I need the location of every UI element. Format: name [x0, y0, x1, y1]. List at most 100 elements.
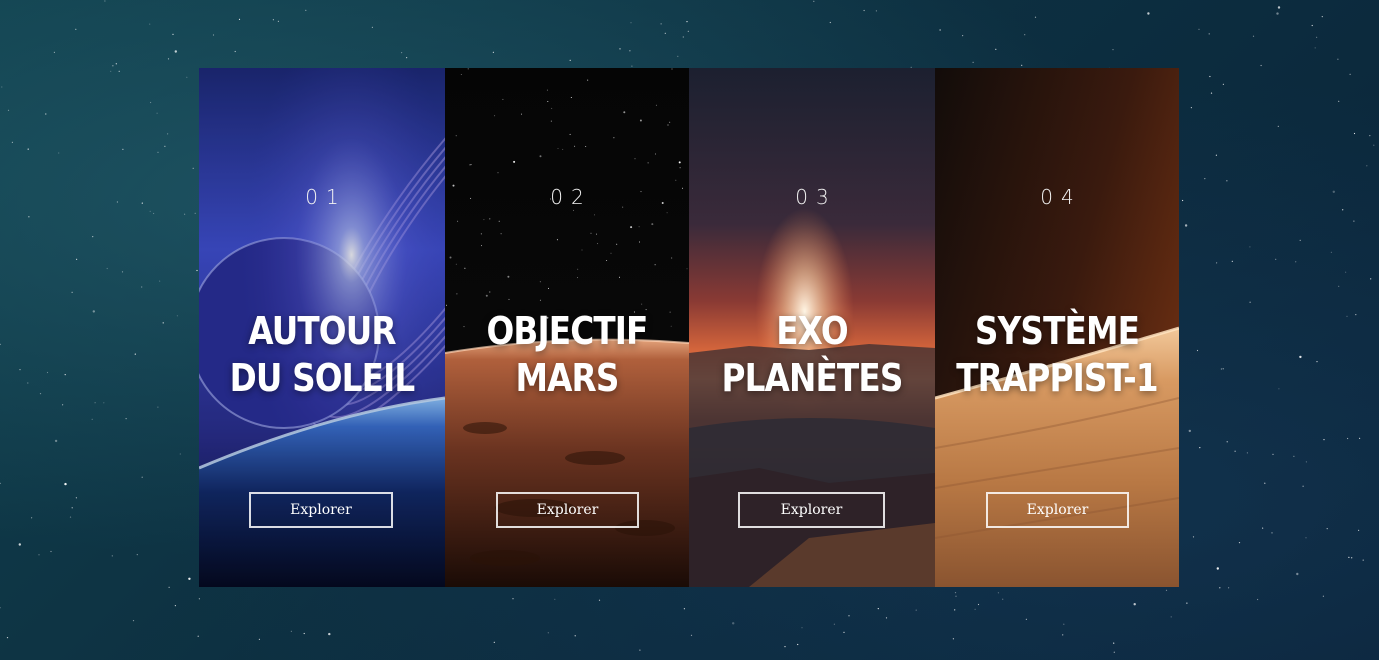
explore-button[interactable]: Explorer — [496, 492, 639, 528]
star — [197, 635, 199, 637]
star — [469, 164, 471, 166]
star — [1366, 165, 1368, 167]
star — [669, 121, 671, 123]
star — [111, 555, 113, 557]
card-exo-planetes: 03 EXO PLANÈTES Explorer — [689, 68, 935, 587]
star — [75, 28, 77, 30]
star — [539, 155, 542, 158]
star — [1330, 251, 1332, 253]
card-title-line-2: MARS — [515, 356, 619, 400]
star — [58, 152, 60, 154]
explore-button[interactable]: Explorer — [986, 492, 1129, 528]
star — [639, 119, 642, 122]
star — [1338, 285, 1340, 287]
star — [521, 113, 522, 115]
star — [1113, 651, 1115, 653]
star — [1198, 28, 1200, 30]
star — [470, 164, 472, 166]
star — [303, 632, 305, 635]
star — [0, 343, 1, 345]
star — [843, 631, 845, 634]
star — [660, 23, 662, 25]
star — [585, 146, 587, 147]
destination-cards: 01 AUTOUR DU SOLEIL Explorer 02 OBJECTIF… — [199, 68, 1179, 587]
star — [997, 592, 1000, 594]
star — [1002, 598, 1004, 600]
star — [498, 220, 500, 222]
star — [687, 30, 689, 32]
star — [1222, 83, 1224, 85]
star — [977, 603, 980, 606]
star — [149, 210, 151, 212]
star — [915, 609, 917, 611]
star — [1034, 16, 1037, 18]
star — [1216, 567, 1220, 570]
star — [480, 233, 482, 235]
star — [62, 404, 64, 406]
star — [829, 21, 831, 24]
star — [972, 61, 974, 64]
star — [667, 124, 669, 126]
star — [122, 148, 124, 150]
star — [1358, 529, 1360, 532]
card-title-line-2: PLANÈTES — [721, 356, 903, 400]
star — [91, 418, 93, 420]
star — [1165, 589, 1168, 591]
card-title: OBJECTIF MARS — [462, 308, 672, 402]
star — [813, 0, 815, 2]
star — [1337, 58, 1339, 60]
star — [1362, 559, 1364, 561]
star — [574, 635, 576, 637]
star — [449, 256, 452, 259]
star — [1295, 261, 1297, 263]
star — [27, 382, 29, 384]
star — [1063, 623, 1065, 625]
star — [27, 148, 29, 150]
star — [562, 148, 564, 150]
star — [1348, 556, 1350, 559]
star — [1302, 485, 1304, 487]
star — [153, 212, 155, 215]
star — [554, 598, 556, 601]
star — [457, 220, 459, 222]
card-title: EXO PLANÈTES — [706, 308, 918, 402]
star — [570, 97, 572, 98]
star — [1305, 537, 1307, 539]
star — [1188, 429, 1192, 433]
explore-button[interactable]: Explorer — [249, 492, 393, 528]
star — [401, 52, 403, 54]
star — [1182, 199, 1184, 202]
star — [53, 51, 56, 54]
star — [848, 615, 850, 617]
star — [1231, 260, 1233, 262]
star — [115, 63, 117, 65]
star — [1311, 24, 1313, 27]
star — [136, 554, 138, 556]
star — [1326, 528, 1328, 530]
card-title-line-2: DU SOLEIL — [229, 356, 416, 400]
star — [1323, 439, 1325, 441]
star — [677, 55, 679, 58]
star — [1210, 92, 1213, 94]
star — [1021, 64, 1023, 66]
star — [954, 609, 956, 611]
star — [167, 58, 170, 60]
explore-button[interactable]: Explorer — [738, 492, 885, 528]
star — [546, 89, 548, 91]
star — [234, 50, 236, 53]
star — [1025, 618, 1027, 620]
star — [1370, 278, 1372, 280]
star — [569, 59, 571, 61]
star — [141, 476, 143, 478]
star — [954, 592, 957, 594]
star — [682, 36, 684, 38]
card-systeme-trappist-1: 04 SYSTÈME TRAPPIST-1 Explorer — [935, 68, 1179, 587]
star — [11, 141, 13, 143]
star — [1275, 258, 1277, 260]
star — [164, 145, 166, 147]
star — [587, 79, 589, 81]
star — [7, 109, 10, 111]
card-title-line-1: SYSTÈME — [974, 309, 1140, 353]
star — [174, 50, 177, 53]
star — [1332, 190, 1336, 193]
